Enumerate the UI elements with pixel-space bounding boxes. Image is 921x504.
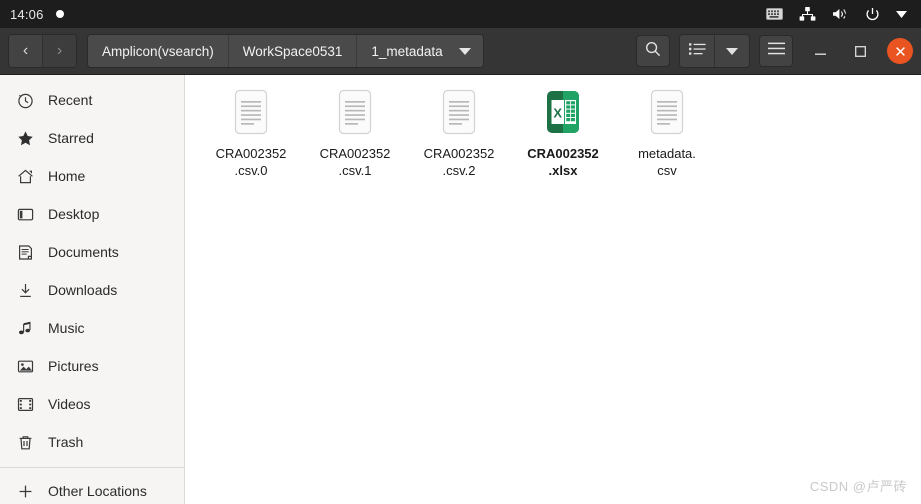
view-mode-group bbox=[679, 34, 750, 68]
desktop-icon bbox=[14, 206, 36, 223]
downloads-icon bbox=[14, 282, 36, 299]
file-label: CRA002352 .csv.2 bbox=[424, 145, 495, 179]
file-label-line1: CRA002352 bbox=[527, 146, 599, 161]
sidebar-item-label: Videos bbox=[48, 396, 91, 412]
forward-button[interactable]: › bbox=[42, 35, 76, 67]
notification-dot-icon[interactable] bbox=[55, 10, 64, 18]
videos-icon bbox=[14, 396, 36, 413]
sidebar-item-label: Pictures bbox=[48, 358, 99, 374]
text-file-icon bbox=[227, 89, 275, 137]
file-label-line1: metadata. bbox=[638, 146, 696, 161]
main-menu-button[interactable] bbox=[759, 35, 793, 67]
navigation-buttons: ‹ › bbox=[8, 34, 77, 68]
clock-icon bbox=[14, 92, 36, 109]
file-manager-window: 14:06 ‹ › Amplicon(vsearch) WorkSpace053… bbox=[0, 0, 921, 504]
chevron-down-icon bbox=[726, 42, 738, 60]
file-label-line2: .csv.0 bbox=[234, 163, 268, 178]
plus-icon bbox=[14, 483, 36, 500]
trash-icon bbox=[14, 434, 36, 451]
sidebar-item-label: Documents bbox=[48, 244, 119, 260]
sidebar-item-label: Music bbox=[48, 320, 85, 336]
close-button[interactable] bbox=[887, 38, 913, 64]
breadcrumb-item-1[interactable]: WorkSpace0531 bbox=[227, 35, 357, 67]
sidebar-item-label: Downloads bbox=[48, 282, 118, 298]
text-file-icon bbox=[331, 89, 379, 137]
file-label: metadata. csv bbox=[638, 145, 696, 179]
file-label-line2: .csv.1 bbox=[338, 163, 372, 178]
file-label: CRA002352 .csv.1 bbox=[320, 145, 391, 179]
documents-icon bbox=[14, 244, 36, 261]
chevron-down-icon[interactable] bbox=[896, 10, 907, 18]
breadcrumb-item-0[interactable]: Amplicon(vsearch) bbox=[88, 35, 228, 67]
sidebar-divider bbox=[0, 467, 184, 468]
file-item[interactable]: X CRA002352 .xlsx bbox=[511, 83, 615, 179]
list-view-button[interactable] bbox=[680, 35, 714, 67]
network-icon[interactable] bbox=[799, 7, 816, 21]
sidebar-item-documents[interactable]: Documents bbox=[0, 233, 184, 271]
file-label-line2: .xlsx bbox=[548, 163, 578, 178]
watermark: CSDN @卢严砖 bbox=[809, 479, 907, 494]
minimize-button[interactable] bbox=[807, 38, 833, 64]
power-icon[interactable] bbox=[865, 7, 880, 22]
search-button[interactable] bbox=[636, 35, 670, 67]
window-controls bbox=[807, 38, 913, 64]
sidebar-item-label: Trash bbox=[48, 434, 84, 450]
sidebar-item-recent[interactable]: Recent bbox=[0, 81, 184, 119]
file-label-line1: CRA002352 bbox=[423, 146, 495, 161]
file-list-view[interactable]: CRA002352 .csv.0 CRA002352 .csv.1 CRA002… bbox=[185, 75, 921, 504]
system-tray bbox=[766, 7, 907, 22]
file-label-line2: csv bbox=[657, 163, 677, 178]
sidebar-item-downloads[interactable]: Downloads bbox=[0, 271, 184, 309]
sidebar-item-desktop[interactable]: Desktop bbox=[0, 195, 184, 233]
svg-text:X: X bbox=[553, 105, 562, 120]
file-label: CRA002352 .xlsx bbox=[527, 145, 599, 179]
sidebar: Recent Starred Home Desktop Documents Do… bbox=[0, 75, 185, 504]
sidebar-item-home[interactable]: Home bbox=[0, 157, 184, 195]
file-label-line2: .csv.2 bbox=[442, 163, 476, 178]
view-options-dropdown-button[interactable] bbox=[714, 35, 749, 67]
file-item[interactable]: CRA002352 .csv.0 bbox=[199, 83, 303, 179]
sidebar-item-label: Starred bbox=[48, 130, 94, 146]
breadcrumb: Amplicon(vsearch) WorkSpace0531 1_metada… bbox=[87, 34, 484, 68]
window-header-bar: ‹ › Amplicon(vsearch) WorkSpace0531 1_me… bbox=[0, 28, 921, 75]
spreadsheet-file-icon: X bbox=[539, 89, 587, 137]
keyboard-icon[interactable] bbox=[766, 8, 783, 20]
sidebar-item-music[interactable]: Music bbox=[0, 309, 184, 347]
hamburger-menu-icon bbox=[767, 42, 785, 60]
home-icon bbox=[14, 168, 36, 185]
star-icon bbox=[14, 130, 36, 147]
volume-muted-icon[interactable] bbox=[832, 7, 849, 21]
maximize-button[interactable] bbox=[847, 38, 873, 64]
file-label-line1: CRA002352 bbox=[319, 146, 391, 161]
sidebar-item-videos[interactable]: Videos bbox=[0, 385, 184, 423]
sidebar-item-label: Recent bbox=[48, 92, 93, 108]
breadcrumb-dropdown-button[interactable] bbox=[456, 35, 483, 67]
file-item[interactable]: CRA002352 .csv.2 bbox=[407, 83, 511, 179]
search-icon bbox=[645, 41, 661, 62]
breadcrumb-item-2[interactable]: 1_metadata bbox=[356, 35, 457, 67]
file-label-line1: CRA002352 bbox=[215, 146, 287, 161]
file-item[interactable]: CRA002352 .csv.1 bbox=[303, 83, 407, 179]
sidebar-item-label: Home bbox=[48, 168, 86, 184]
sidebar-item-trash[interactable]: Trash bbox=[0, 423, 184, 461]
list-view-icon bbox=[688, 42, 706, 61]
sidebar-item-pictures[interactable]: Pictures bbox=[0, 347, 184, 385]
sidebar-item-label: Other Locations bbox=[48, 483, 147, 499]
back-button[interactable]: ‹ bbox=[9, 35, 42, 67]
text-file-icon bbox=[435, 89, 483, 137]
sidebar-item-starred[interactable]: Starred bbox=[0, 119, 184, 157]
text-file-icon bbox=[643, 89, 691, 137]
file-label: CRA002352 .csv.0 bbox=[216, 145, 287, 179]
system-clock[interactable]: 14:06 bbox=[10, 7, 44, 22]
pictures-icon bbox=[14, 358, 36, 375]
sidebar-item-label: Desktop bbox=[48, 206, 100, 222]
file-item[interactable]: metadata. csv bbox=[615, 83, 719, 179]
file-grid: CRA002352 .csv.0 CRA002352 .csv.1 CRA002… bbox=[185, 75, 921, 179]
sidebar-item-other-locations[interactable]: Other Locations bbox=[0, 472, 184, 504]
music-icon bbox=[14, 320, 36, 337]
system-top-bar: 14:06 bbox=[0, 0, 921, 28]
